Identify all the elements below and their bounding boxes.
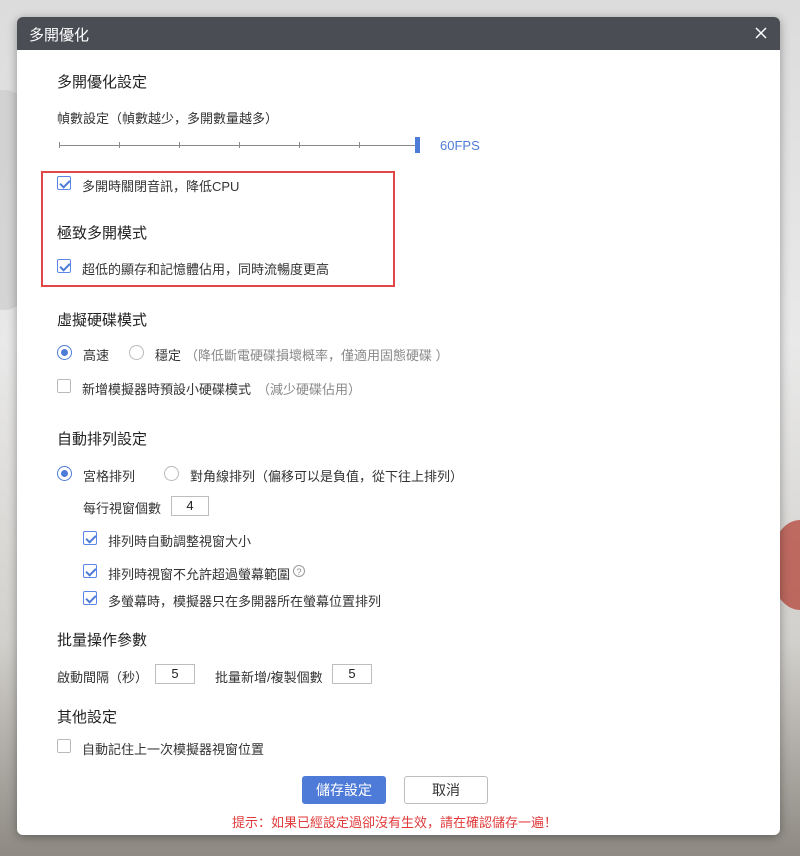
remember-position-checkbox[interactable] bbox=[57, 739, 71, 753]
extreme-mode-label: 超低的顯存和記憶體佔用，同時流暢度更高 bbox=[82, 262, 330, 277]
disk-fast-label: 高速 bbox=[83, 348, 110, 363]
slider-tick bbox=[359, 142, 360, 148]
small-disk-label: 新增模擬器時預設小硬碟模式 bbox=[82, 382, 252, 397]
small-disk-note: （減少硬碟佔用） bbox=[257, 382, 362, 397]
arrange-diagonal-note: （偏移可以是負值，從下往上排列） bbox=[255, 469, 464, 484]
disk-stable-note: （降低斷電硬碟損壞概率，僅適用固態硬碟 ） bbox=[185, 348, 449, 363]
no-overflow-label: 排列時視窗不允許超過螢幕範圍 bbox=[108, 567, 291, 582]
slider-handle[interactable] bbox=[415, 137, 420, 153]
extreme-mode-heading: 極致多開模式 bbox=[57, 225, 148, 242]
arrange-diagonal-radio[interactable] bbox=[164, 466, 179, 481]
mute-audio-checkbox[interactable] bbox=[57, 176, 71, 190]
hint-text: 提示：如果已經設定過卻沒有生效，請在確認儲存一遍！ bbox=[232, 815, 558, 830]
arrange-heading: 自動排列設定 bbox=[57, 431, 148, 448]
titlebar: 多開優化 bbox=[17, 17, 780, 50]
arrange-grid-label: 宮格排列 bbox=[83, 469, 136, 484]
mute-audio-label: 多開時關閉音訊，降低CPU bbox=[82, 179, 240, 194]
slider-tick bbox=[119, 142, 120, 148]
auto-resize-checkbox[interactable] bbox=[83, 531, 97, 545]
launch-interval-input[interactable]: 5 bbox=[155, 664, 195, 684]
other-heading: 其他設定 bbox=[57, 709, 118, 726]
extreme-mode-checkbox[interactable] bbox=[57, 259, 71, 273]
close-icon[interactable] bbox=[752, 24, 770, 42]
help-icon[interactable]: ? bbox=[293, 565, 305, 577]
multi-screen-label: 多螢幕時，模擬器只在多開器所在螢幕位置排列 bbox=[108, 594, 382, 609]
auto-resize-label: 排列時自動調整視窗大小 bbox=[108, 534, 252, 549]
fps-value: 60FPS bbox=[440, 138, 480, 153]
batch-heading: 批量操作參數 bbox=[57, 632, 148, 649]
cancel-button[interactable]: 取消 bbox=[404, 776, 488, 804]
arrange-grid-radio[interactable] bbox=[57, 466, 72, 481]
batch-count-input[interactable]: 5 bbox=[332, 664, 372, 684]
no-overflow-checkbox[interactable] bbox=[83, 564, 97, 578]
batch-count-label: 批量新增/複製個數 bbox=[215, 670, 323, 685]
arrange-diagonal-label: 對角線排列 bbox=[190, 469, 256, 484]
slider-tick bbox=[59, 142, 60, 148]
optimize-heading: 多開優化設定 bbox=[57, 74, 148, 91]
launch-interval-label: 啟動間隔（秒） bbox=[57, 670, 149, 685]
multi-instance-optimization-dialog: 多開優化 多開優化設定 幀數設定（幀數越少，多開數量越多） 60FPS 多開時關… bbox=[17, 17, 780, 835]
slider-tick bbox=[179, 142, 180, 148]
save-button[interactable]: 儲存設定 bbox=[302, 776, 386, 804]
frame-rate-label: 幀數設定（幀數越少，多開數量越多） bbox=[57, 111, 279, 126]
dialog-title: 多開優化 bbox=[29, 27, 90, 44]
slider-tick bbox=[239, 142, 240, 148]
per-row-label: 每行視窗個數 bbox=[83, 501, 162, 516]
disk-fast-radio[interactable] bbox=[57, 345, 72, 360]
disk-stable-radio[interactable] bbox=[129, 345, 144, 360]
per-row-input[interactable]: 4 bbox=[171, 496, 209, 516]
slider-tick bbox=[299, 142, 300, 148]
disk-stable-label: 穩定 bbox=[155, 348, 182, 363]
remember-position-label: 自動記住上一次模擬器視窗位置 bbox=[82, 742, 265, 757]
disk-mode-heading: 虛擬硬碟模式 bbox=[57, 312, 148, 329]
small-disk-checkbox[interactable] bbox=[57, 379, 71, 393]
multi-screen-checkbox[interactable] bbox=[83, 591, 97, 605]
